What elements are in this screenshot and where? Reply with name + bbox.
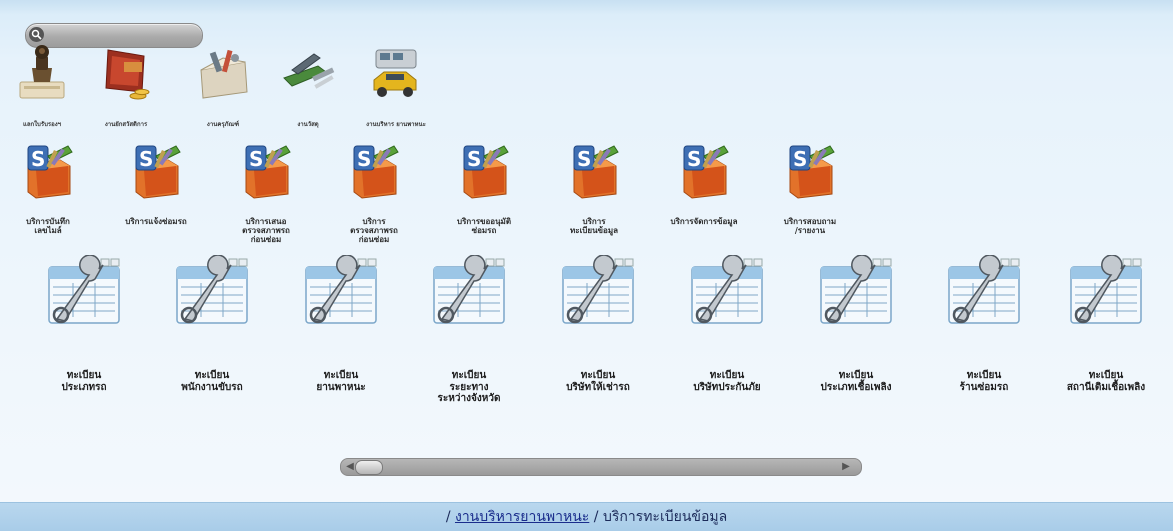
registry-label: ทะเบียน พนักงานขับรถ [181, 370, 243, 393]
registry-distance[interactable]: ทะเบียน ระยะทาง ระหว่างจังหวัด [405, 255, 533, 445]
menu-item-certificate[interactable]: แลกใบรับรองฯ [2, 42, 82, 142]
service-box-icon: S [573, 145, 619, 199]
service-box-icon: S [245, 145, 291, 199]
service-box-icon: S [27, 145, 73, 199]
menu-item-label: งานวัสดุ [297, 121, 319, 128]
service-label: บริการขออนุมัติ ซ่อมรถ [456, 216, 512, 236]
service-box-icon: S [789, 145, 835, 199]
svg-text:S: S [793, 147, 807, 171]
registry-label: ทะเบียน ยานพาหนะ [316, 370, 366, 393]
registry-rental-company[interactable]: ทะเบียน บริษัทให้เช่ารถ [534, 255, 662, 445]
registry-driver[interactable]: ทะเบียน พนักงานขับรถ [148, 255, 276, 445]
menu-item-equipment[interactable]: งานครุภัณฑ์ [183, 42, 263, 142]
registry-label: ทะเบียน ประเภทเชื้อเพลิง [820, 370, 892, 393]
menu-item-label: งานบริหาร ยานพาหนะ [366, 121, 426, 128]
menu-item-vehicle-admin[interactable]: งานบริหาร ยานพาหนะ [356, 42, 436, 142]
registry-vehicle[interactable]: ทะเบียน ยานพาหนะ [277, 255, 405, 445]
menu-item-label: งานยักสวัสดิการ [104, 121, 148, 128]
service-label: บริการบันทึก เลขไมล์ [26, 216, 70, 236]
registry-label: ทะเบียน บริษัทประกันภัย [693, 370, 761, 393]
service-data-registry[interactable]: S บริการ ทะเบียนข้อมูล [550, 142, 638, 257]
service-label: บริการเสนอ ตรวจสภาพรถ ก่อนซ่อม [242, 216, 290, 245]
breadcrumb: / งานบริหารยานพาหนะ / บริการทะเบียนข้อมู… [0, 502, 1173, 531]
registry-label: ทะเบียน สถานีเติมเชื้อเพลิง [1066, 370, 1146, 393]
tools-crate-icon [200, 49, 248, 99]
wrench-window-icon [820, 255, 892, 324]
breadcrumb-separator: / [593, 509, 599, 525]
service-label: บริการ ตรวจสภาพรถ ก่อนซ่อม [350, 216, 398, 245]
registry-label: ทะเบียน บริษัทให้เช่ารถ [566, 370, 630, 393]
certificate-stamp-icon [19, 45, 65, 99]
svg-text:S: S [249, 147, 263, 171]
service-label: บริการจัดการข้อมูล [670, 216, 738, 226]
menu-item-label: แลกใบรับรองฯ [22, 121, 62, 128]
svg-text:S: S [139, 147, 153, 171]
service-repair-request[interactable]: S บริการแจ้งซ่อมรถ [112, 142, 200, 257]
wrench-window-icon [691, 255, 763, 324]
breadcrumb-link-vehicle-admin[interactable]: งานบริหารยานพาหนะ [455, 509, 589, 525]
registry-vehicle-type[interactable]: ทะเบียน ประเภทรถ [20, 255, 148, 445]
svg-text:S: S [31, 147, 45, 171]
registry-fuel-station[interactable]: ทะเบียน สถานีเติมเชื้อเพลิง [1040, 255, 1172, 445]
service-box-icon: S [353, 145, 399, 199]
service-data-management[interactable]: S บริการจัดการข้อมูล [660, 142, 748, 257]
menu-item-label: งานครุภัณฑ์ [206, 121, 240, 128]
wrench-window-icon [48, 255, 120, 324]
registry-label: ทะเบียน ประเภทรถ [61, 370, 107, 393]
wrench-window-icon [562, 255, 634, 324]
svg-text:S: S [357, 147, 371, 171]
top-fade [0, 0, 1173, 14]
service-box-icon: S [135, 145, 181, 199]
scroll-right-icon[interactable]: ▶ [839, 461, 853, 473]
service-label: บริการ ทะเบียนข้อมูล [570, 216, 618, 236]
breadcrumb-current: บริการทะเบียนข้อมูล [602, 509, 728, 525]
wrench-window-icon [433, 255, 505, 324]
wrench-window-icon [176, 255, 248, 324]
stapler-supplies-icon [283, 53, 335, 89]
wrench-window-icon [305, 255, 377, 324]
service-label: บริการสอบถาม /รายงาน [783, 216, 837, 236]
scroll-thumb[interactable] [355, 460, 383, 475]
wallet-coins-icon [105, 49, 150, 100]
registry-insurance-company[interactable]: ทะเบียน บริษัทประกันภัย [663, 255, 791, 445]
service-mileage[interactable]: S บริการบันทึก เลขไมล์ [4, 142, 92, 257]
menu-item-supplies[interactable]: งานวัสดุ [268, 42, 348, 142]
wrench-window-icon [948, 255, 1020, 324]
breadcrumb-separator: / [445, 509, 451, 525]
svg-text:S: S [687, 147, 701, 171]
wrench-window-icon [1070, 255, 1142, 324]
registry-label: ทะเบียน ระยะทาง ระหว่างจังหวัด [437, 370, 501, 404]
vehicles-icon [373, 49, 417, 97]
service-inspection[interactable]: S บริการ ตรวจสภาพรถ ก่อนซ่อม [330, 142, 418, 257]
service-label: บริการแจ้งซ่อมรถ [125, 216, 187, 226]
service-inquiry-report[interactable]: S บริการสอบถาม /รายงาน [766, 142, 854, 257]
registry-fuel-type[interactable]: ทะเบียน ประเภทเชื้อเพลิง [792, 255, 920, 445]
service-repair-approval[interactable]: S บริการขออนุมัติ ซ่อมรถ [440, 142, 528, 257]
service-box-icon: S [463, 145, 509, 199]
service-propose-inspection[interactable]: S บริการเสนอ ตรวจสภาพรถ ก่อนซ่อม [222, 142, 310, 257]
svg-text:S: S [577, 147, 591, 171]
horizontal-scrollbar[interactable]: ◀ ▶ [340, 458, 862, 476]
svg-text:S: S [467, 147, 481, 171]
registry-label: ทะเบียน ร้านซ่อมรถ [959, 370, 1009, 393]
search-icon[interactable] [29, 27, 44, 42]
service-box-icon: S [683, 145, 729, 199]
menu-item-welfare[interactable]: งานยักสวัสดิการ [86, 42, 166, 142]
registry-repair-shop[interactable]: ทะเบียน ร้านซ่อมรถ [920, 255, 1048, 445]
